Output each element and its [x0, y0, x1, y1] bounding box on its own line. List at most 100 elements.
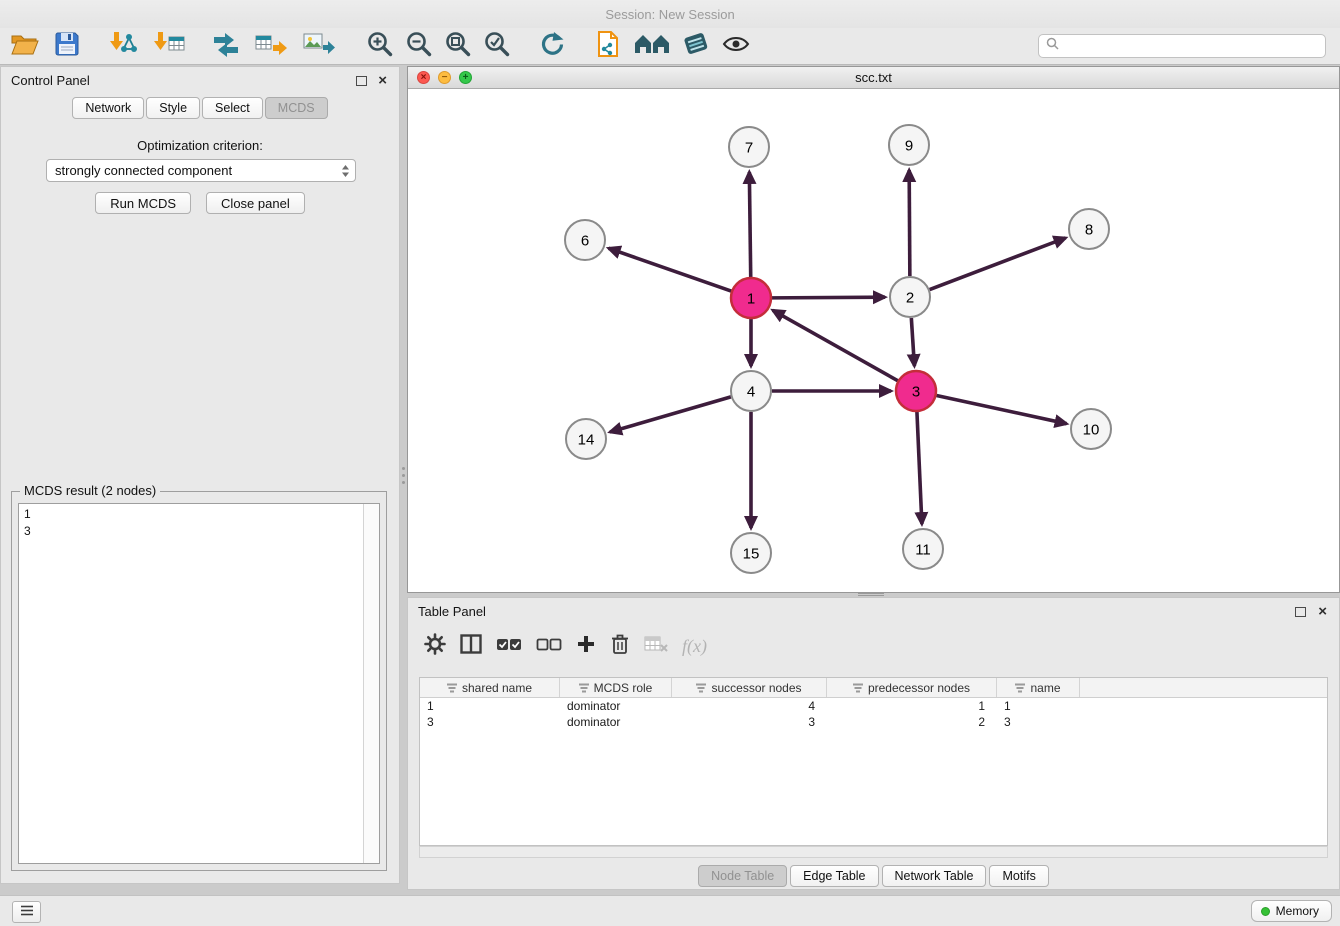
- eye-icon: [722, 34, 750, 59]
- search-field[interactable]: [1038, 34, 1326, 58]
- edge-2-9[interactable]: [909, 170, 910, 276]
- search-input[interactable]: [1064, 38, 1325, 55]
- delete-rows-button[interactable]: [610, 633, 630, 660]
- column-header-MCDS-role[interactable]: MCDS role: [560, 678, 672, 697]
- open-session-button[interactable]: [10, 30, 40, 62]
- export-network-button[interactable]: [212, 30, 240, 62]
- minimize-window-icon[interactable]: −: [438, 71, 451, 84]
- horizontal-splitter-grip[interactable]: [858, 592, 884, 596]
- node-2[interactable]: 2: [890, 277, 930, 317]
- show-hide-button[interactable]: [722, 30, 750, 62]
- edge-3-10[interactable]: [937, 395, 1067, 423]
- style-painter-button[interactable]: [682, 30, 710, 62]
- table-cell[interactable]: 2: [827, 714, 997, 730]
- edge-4-14[interactable]: [610, 397, 731, 432]
- edge-3-11[interactable]: [917, 412, 922, 524]
- columns-icon: [460, 634, 482, 659]
- apply-layout-button[interactable]: [538, 30, 566, 62]
- node-6[interactable]: 6: [565, 220, 605, 260]
- node-10[interactable]: 10: [1071, 409, 1111, 449]
- table-cell[interactable]: 4: [672, 698, 827, 714]
- network-graph[interactable]: 1 2 3 4 6 7 8 9 10 11 14 15: [408, 88, 1339, 592]
- table-cell[interactable]: 3: [420, 714, 560, 730]
- column-sort-icon[interactable]: [447, 683, 457, 693]
- node-7[interactable]: 7: [729, 127, 769, 167]
- network-window-titlebar[interactable]: × − + scc.txt: [408, 67, 1339, 89]
- home-panels-button[interactable]: [634, 30, 670, 62]
- function-builder-button[interactable]: f(x): [682, 636, 707, 657]
- table-cell[interactable]: 3: [997, 714, 1080, 730]
- add-row-button[interactable]: [576, 634, 596, 659]
- node-14[interactable]: 14: [566, 419, 606, 459]
- delete-table-button[interactable]: [644, 635, 668, 658]
- node-15[interactable]: 15: [731, 533, 771, 573]
- zoom-in-button[interactable]: [366, 30, 393, 62]
- export-image-button[interactable]: [302, 30, 336, 62]
- tp-tab-node-table[interactable]: Node Table: [698, 865, 787, 887]
- table-row[interactable]: 1dominator411: [420, 698, 1327, 714]
- task-history-button[interactable]: [12, 901, 41, 923]
- column-sort-icon[interactable]: [1015, 683, 1025, 693]
- table-settings-button[interactable]: [424, 633, 446, 660]
- optimization-dropdown[interactable]: strongly connected component: [46, 159, 356, 182]
- edge-2-3[interactable]: [911, 318, 914, 366]
- tp-tab-edge-table[interactable]: Edge Table: [790, 865, 878, 887]
- select-all-columns-button[interactable]: [496, 636, 522, 657]
- run-mcds-button[interactable]: Run MCDS: [95, 192, 191, 214]
- save-session-button[interactable]: [54, 30, 80, 62]
- float-table-panel-icon[interactable]: [1295, 607, 1306, 617]
- table-cell[interactable]: 3: [672, 714, 827, 730]
- table-horizontal-scrollbar[interactable]: [419, 846, 1328, 858]
- tp-tab-network-table[interactable]: Network Table: [882, 865, 987, 887]
- zoom-fit-button[interactable]: [444, 30, 471, 62]
- import-network-button[interactable]: [108, 30, 138, 62]
- node-11[interactable]: 11: [903, 529, 943, 569]
- tp-tab-motifs[interactable]: Motifs: [989, 865, 1048, 887]
- column-header-successor-nodes[interactable]: successor nodes: [672, 678, 827, 697]
- edge-3-1[interactable]: [773, 310, 898, 380]
- column-sort-icon[interactable]: [853, 683, 863, 693]
- edge-2-8[interactable]: [930, 238, 1066, 290]
- zoom-window-icon[interactable]: +: [459, 71, 472, 84]
- table-cell[interactable]: 1: [997, 698, 1080, 714]
- edge-1-2[interactable]: [772, 297, 885, 298]
- node-4[interactable]: 4: [731, 371, 771, 411]
- mcds-result-area[interactable]: 1 3: [18, 503, 380, 864]
- node-1[interactable]: 1: [731, 278, 771, 318]
- float-panel-icon[interactable]: [356, 76, 367, 86]
- edge-1-7[interactable]: [749, 172, 750, 277]
- column-header-shared-name[interactable]: shared name: [420, 678, 560, 697]
- column-sort-icon[interactable]: [696, 683, 706, 693]
- table-row[interactable]: 3dominator323: [420, 714, 1327, 730]
- table-cell[interactable]: dominator: [560, 714, 672, 730]
- close-window-icon[interactable]: ×: [417, 71, 430, 84]
- table-cell[interactable]: 1: [420, 698, 560, 714]
- table-cell[interactable]: 1: [827, 698, 997, 714]
- show-columns-button[interactable]: [460, 634, 482, 659]
- zoom-selected-button[interactable]: [483, 30, 510, 62]
- cp-tab-network[interactable]: Network: [72, 97, 144, 119]
- close-panel-icon[interactable]: ×: [378, 74, 387, 88]
- memory-button[interactable]: Memory: [1251, 900, 1332, 922]
- close-table-panel-icon[interactable]: ×: [1318, 605, 1327, 619]
- column-header-predecessor-nodes[interactable]: predecessor nodes: [827, 678, 997, 697]
- deselect-all-columns-button[interactable]: [536, 636, 562, 657]
- share-network-button[interactable]: [594, 30, 622, 62]
- window-titlebar[interactable]: Session: New Session: [0, 0, 1340, 28]
- node-3[interactable]: 3: [896, 371, 936, 411]
- zoom-out-button[interactable]: [405, 30, 432, 62]
- node-8[interactable]: 8: [1069, 209, 1109, 249]
- cp-tab-style[interactable]: Style: [146, 97, 200, 119]
- export-table-button[interactable]: [254, 30, 288, 62]
- result-scrollbar[interactable]: [363, 504, 379, 863]
- close-panel-button[interactable]: Close panel: [206, 192, 305, 214]
- import-table-button[interactable]: [154, 30, 186, 62]
- table-cell[interactable]: dominator: [560, 698, 672, 714]
- node-9[interactable]: 9: [889, 125, 929, 165]
- vertical-splitter-grip[interactable]: [401, 460, 406, 490]
- column-sort-icon[interactable]: [579, 683, 589, 693]
- cp-tab-select[interactable]: Select: [202, 97, 263, 119]
- cp-tab-mcds[interactable]: MCDS: [265, 97, 328, 119]
- column-header-name[interactable]: name: [997, 678, 1080, 697]
- edge-1-6[interactable]: [609, 248, 732, 291]
